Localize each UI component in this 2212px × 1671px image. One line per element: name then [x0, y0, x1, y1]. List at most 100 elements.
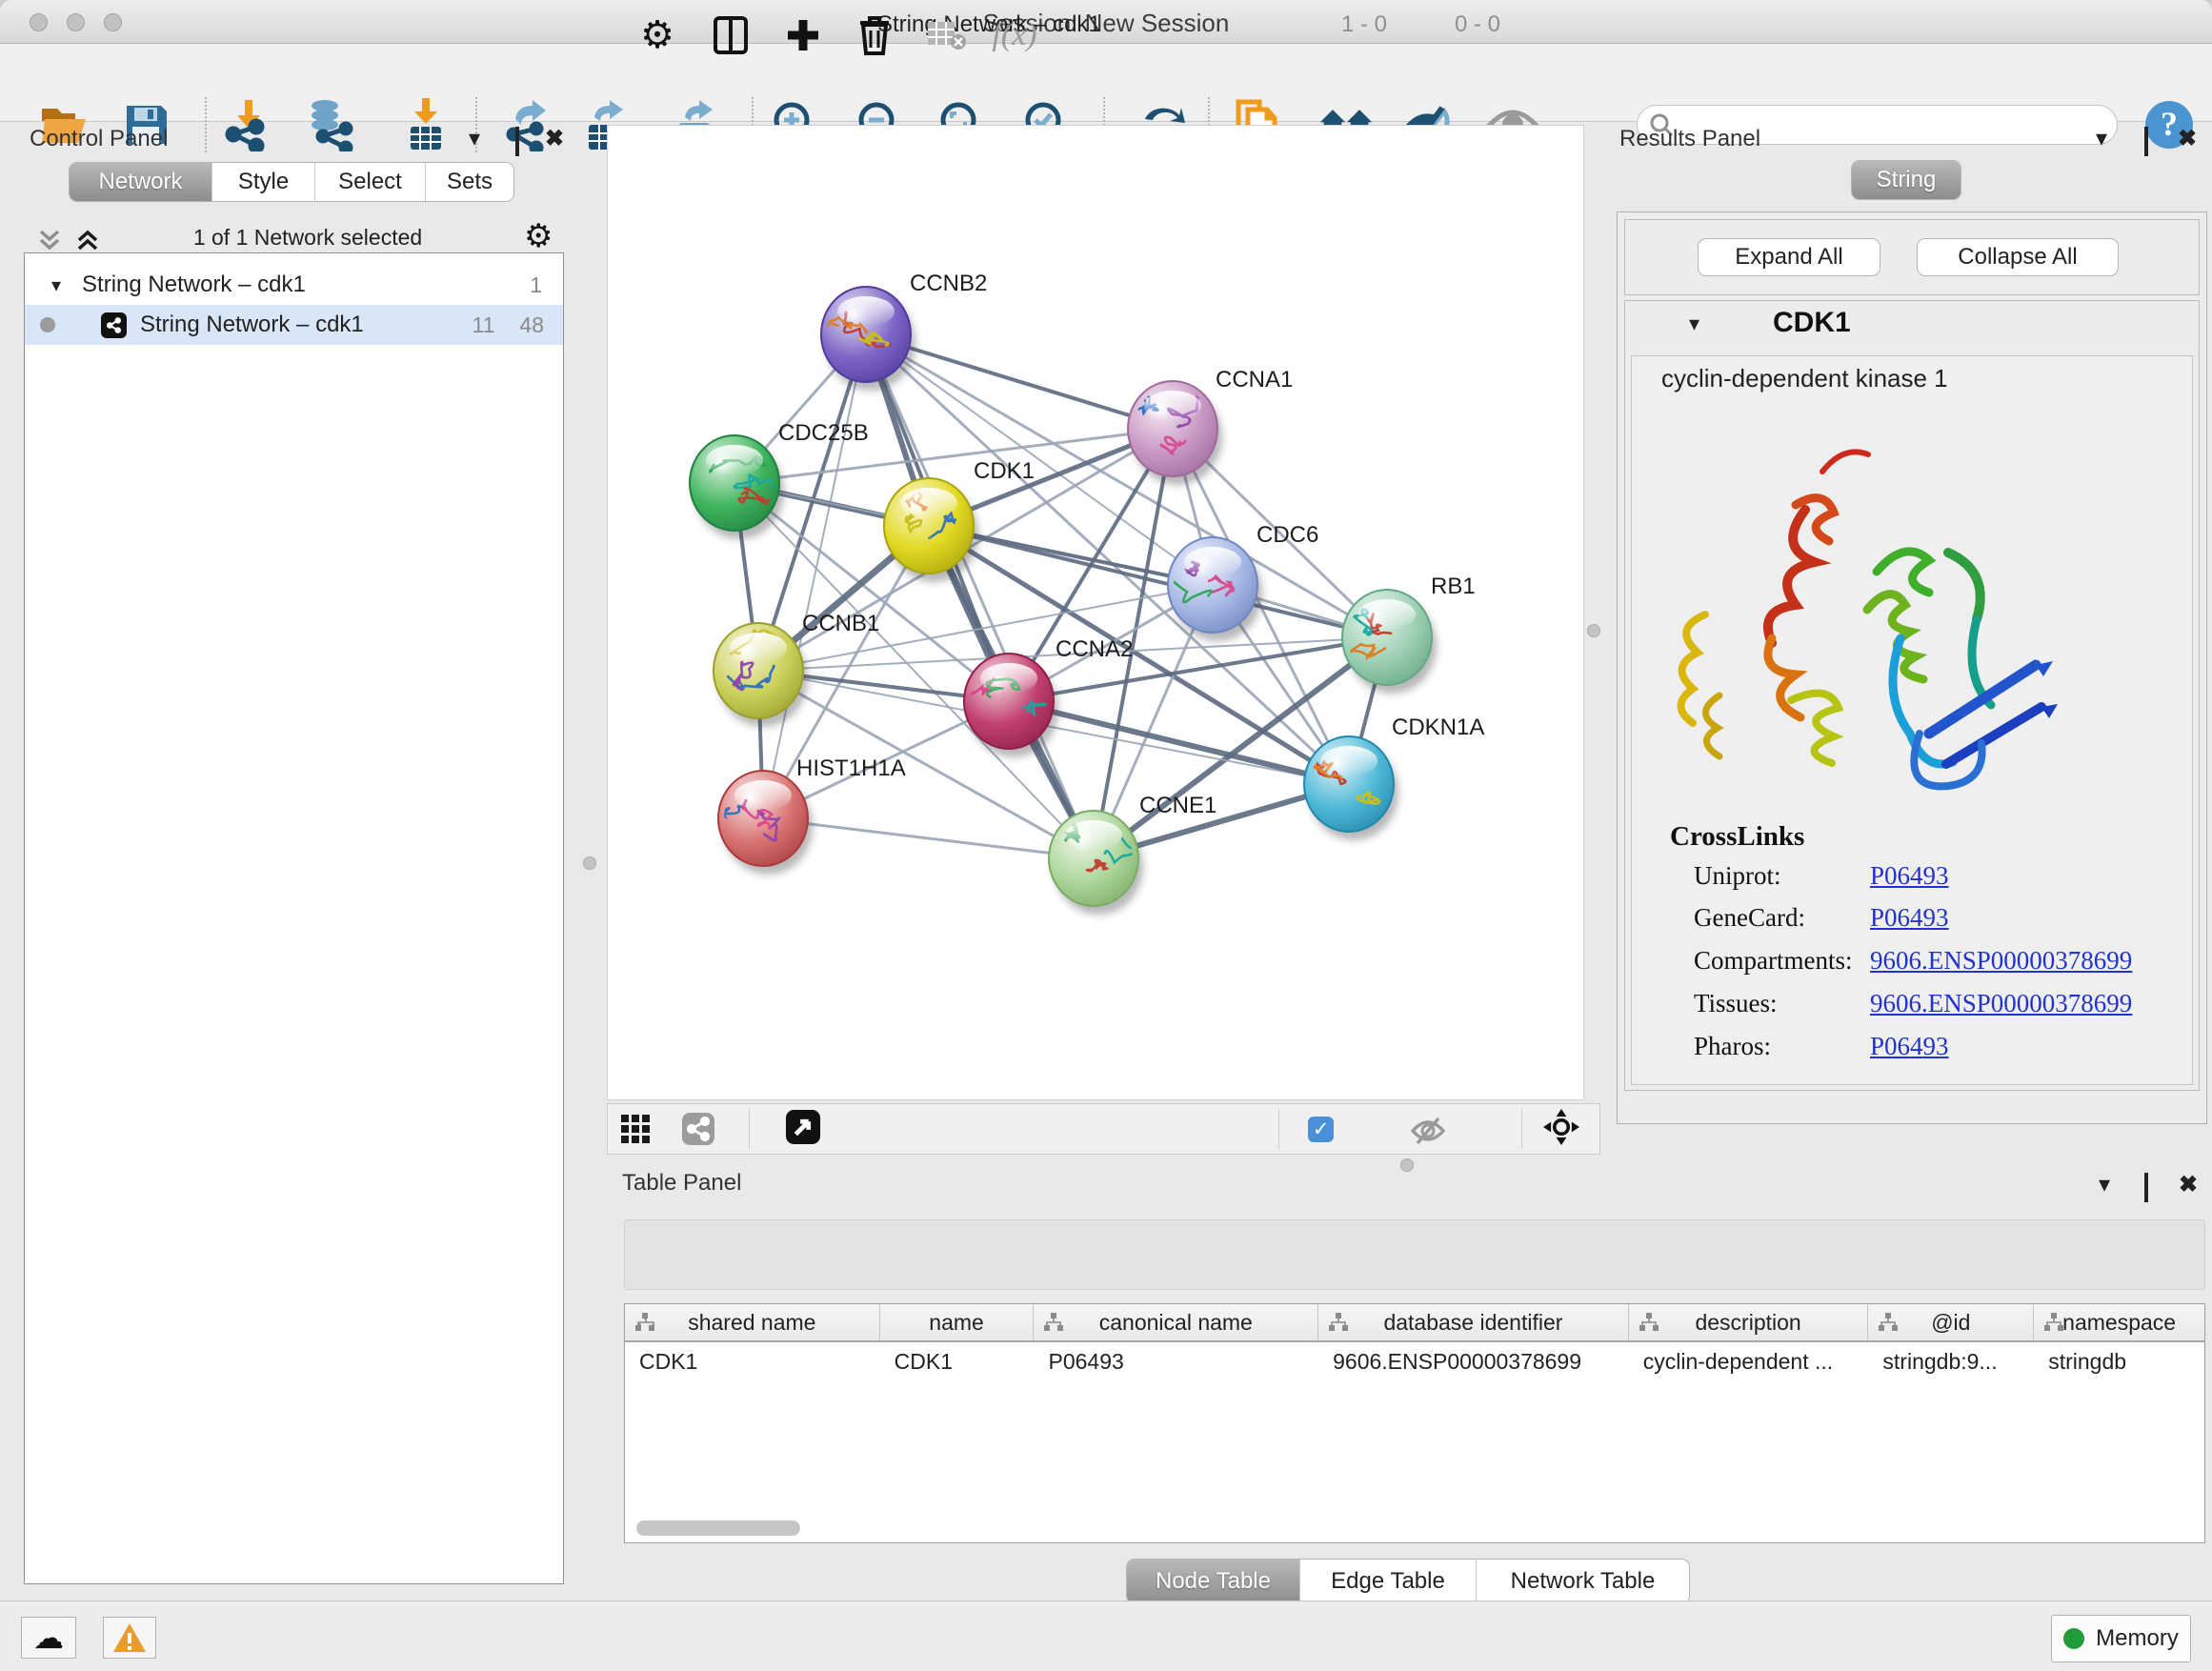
tab-node-table[interactable]: Node Table — [1127, 1560, 1300, 1603]
svg-text:CCNB1: CCNB1 — [802, 611, 879, 636]
results-panel-menu-caret[interactable]: ▾ — [2096, 128, 2107, 151]
crosslink-label: Tissues: — [1694, 989, 1778, 1018]
import-table-from-file-icon[interactable] — [398, 96, 453, 153]
gene-description: cyclin-dependent kinase 1 — [1661, 364, 1948, 393]
collapse-all-networks-icon[interactable] — [36, 229, 63, 252]
table-horizontal-scrollbar[interactable] — [636, 1520, 800, 1536]
crosslink-label: Compartments: — [1694, 946, 1852, 976]
svg-text:CCNA1: CCNA1 — [1216, 367, 1293, 393]
delete-table-icon[interactable] — [923, 11, 971, 59]
expand-all-networks-icon[interactable] — [74, 229, 101, 252]
current-network-name: String Network – cdk1 — [877, 11, 1101, 38]
birdseye-view-icon[interactable] — [785, 1109, 821, 1145]
center-view-crosshair-icon[interactable] — [1543, 1109, 1579, 1145]
results-panel-close-icon[interactable]: ✖ — [2178, 128, 2197, 151]
crosslink-link-uniprot[interactable]: P06493 — [1870, 861, 1949, 891]
network-collection-row[interactable]: ▾ String Network – cdk1 1 — [25, 265, 563, 305]
control-panel-close-icon[interactable]: ✖ — [545, 128, 564, 151]
cell-shared-name: CDK1 — [625, 1342, 880, 1380]
network-canvas-svg: CCNB2CCNA1CDC25BCDK1CDC6RB1CCNB1CCNA2CDK… — [608, 126, 1585, 1101]
crosslink-link-compartments[interactable]: 9606.ENSP00000378699 — [1870, 946, 2132, 976]
table-panel-float-icon[interactable] — [2144, 1177, 2148, 1199]
table-row[interactable]: CDK1 CDK1 P06493 9606.ENSP00000378699 cy… — [625, 1342, 2204, 1380]
column-header-shared-name[interactable]: shared name — [625, 1304, 880, 1340]
network-options-gear-icon[interactable]: ⚙ — [524, 217, 553, 255]
grid-view-icon[interactable] — [617, 1111, 654, 1147]
svg-text:CDC6: CDC6 — [1257, 522, 1318, 548]
svg-text:CCNB2: CCNB2 — [910, 271, 987, 296]
hierarchy-icon — [634, 1313, 655, 1332]
table-header-row: shared name name canonical name database… — [625, 1304, 2204, 1342]
network-view-canvas[interactable]: CCNB2CCNA1CDC25BCDK1CDC6RB1CCNB1CCNA2CDK… — [607, 125, 1584, 1100]
column-header-id[interactable]: @id — [1868, 1304, 2034, 1340]
delete-column-trash-icon[interactable] — [851, 11, 898, 59]
title-bar: Session: New Session — [0, 0, 2212, 44]
column-header-name[interactable]: name — [880, 1304, 1035, 1340]
cloud-status-button[interactable]: ☁ — [21, 1617, 76, 1659]
crosslink-label: GeneCard: — [1694, 903, 1805, 933]
table-panel-menu-caret[interactable]: ▾ — [2099, 1174, 2110, 1197]
collection-caret-icon[interactable]: ▾ — [51, 273, 61, 297]
cell-description: cyclin-dependent ... — [1629, 1342, 1869, 1380]
bottom-divider-handle[interactable] — [1400, 1158, 1414, 1172]
tab-sets[interactable]: Sets — [426, 163, 513, 201]
window-title: Session: New Session — [0, 9, 2212, 38]
column-header-namespace[interactable]: namespace — [2034, 1304, 2204, 1340]
tab-style[interactable]: Style — [212, 163, 315, 201]
gene-symbol: CDK1 — [1773, 307, 1851, 339]
results-panel-title: Results Panel — [1619, 126, 1760, 152]
svg-text:RB1: RB1 — [1431, 574, 1476, 599]
crosslink-link-pharos[interactable]: P06493 — [1870, 1032, 1949, 1061]
function-builder-icon[interactable]: f(x) — [991, 11, 1038, 59]
cell-id: stringdb:9... — [1868, 1342, 2034, 1380]
show-columns-icon[interactable] — [707, 11, 754, 59]
tab-select[interactable]: Select — [315, 163, 426, 201]
hidden-elements-eye-slash-icon[interactable] — [1410, 1113, 1446, 1149]
selected-nodes-checkbox-icon[interactable]: ✓ — [1308, 1117, 1334, 1142]
table-panel-close-icon[interactable]: ✖ — [2179, 1174, 2198, 1197]
hierarchy-icon — [1878, 1313, 1899, 1332]
control-panel-float-icon[interactable] — [515, 131, 519, 153]
tab-edge-table[interactable]: Edge Table — [1300, 1560, 1477, 1603]
tab-network[interactable]: Network — [70, 163, 212, 201]
right-divider-handle[interactable] — [1587, 624, 1600, 637]
crosslink-link-genecard[interactable]: P06493 — [1870, 903, 1949, 933]
svg-text:CDC25B: CDC25B — [778, 420, 869, 446]
network-label: String Network – cdk1 — [140, 312, 364, 338]
tab-network-table[interactable]: Network Table — [1477, 1560, 1689, 1603]
column-header-description[interactable]: description — [1629, 1304, 1869, 1340]
crosslink-link-tissues[interactable]: 9606.ENSP00000378699 — [1870, 989, 2132, 1018]
left-divider-handle[interactable] — [583, 856, 596, 870]
cell-name: CDK1 — [880, 1342, 1035, 1380]
collapse-all-button[interactable]: Collapse All — [1917, 238, 2119, 276]
table-options-gear-icon[interactable]: ⚙ — [633, 11, 681, 59]
warnings-button[interactable] — [103, 1617, 156, 1659]
control-panel-menu-caret[interactable]: ▾ — [469, 128, 480, 151]
nav-separator — [1521, 1109, 1522, 1149]
protein-structure-image — [1662, 419, 2062, 810]
nav-separator — [1278, 1109, 1279, 1149]
tab-string[interactable]: String — [1852, 161, 1961, 199]
gene-section-caret-icon[interactable]: ▾ — [1689, 312, 1699, 336]
svg-text:CCNE1: CCNE1 — [1139, 793, 1217, 818]
results-panel-float-icon[interactable] — [2144, 131, 2148, 153]
network-share-view-icon[interactable] — [680, 1111, 716, 1147]
svg-text:?: ? — [2161, 105, 2178, 143]
cell-namespace: stringdb — [2034, 1342, 2204, 1380]
nav-separator — [749, 1109, 750, 1149]
memory-status-dot-icon — [2063, 1628, 2084, 1649]
import-network-from-file-icon[interactable] — [221, 96, 276, 153]
hierarchy-icon — [1328, 1313, 1349, 1332]
expand-all-button[interactable]: Expand All — [1698, 238, 1880, 276]
network-row-selected[interactable]: String Network – cdk1 11 48 — [25, 305, 563, 345]
crosslinks-heading: CrossLinks — [1670, 821, 1804, 853]
column-header-canonical-name[interactable]: canonical name — [1034, 1304, 1318, 1340]
import-network-from-database-icon[interactable] — [304, 96, 359, 153]
results-panel-tabs: String — [1851, 160, 1961, 200]
memory-button[interactable]: Memory — [2051, 1615, 2191, 1662]
crosslink-label: Pharos: — [1694, 1032, 1771, 1061]
add-column-icon[interactable] — [779, 11, 827, 59]
application-window: Session: New Session — [0, 0, 2212, 1671]
network-type-icon — [101, 312, 127, 338]
column-header-database-identifier[interactable]: database identifier — [1318, 1304, 1629, 1340]
